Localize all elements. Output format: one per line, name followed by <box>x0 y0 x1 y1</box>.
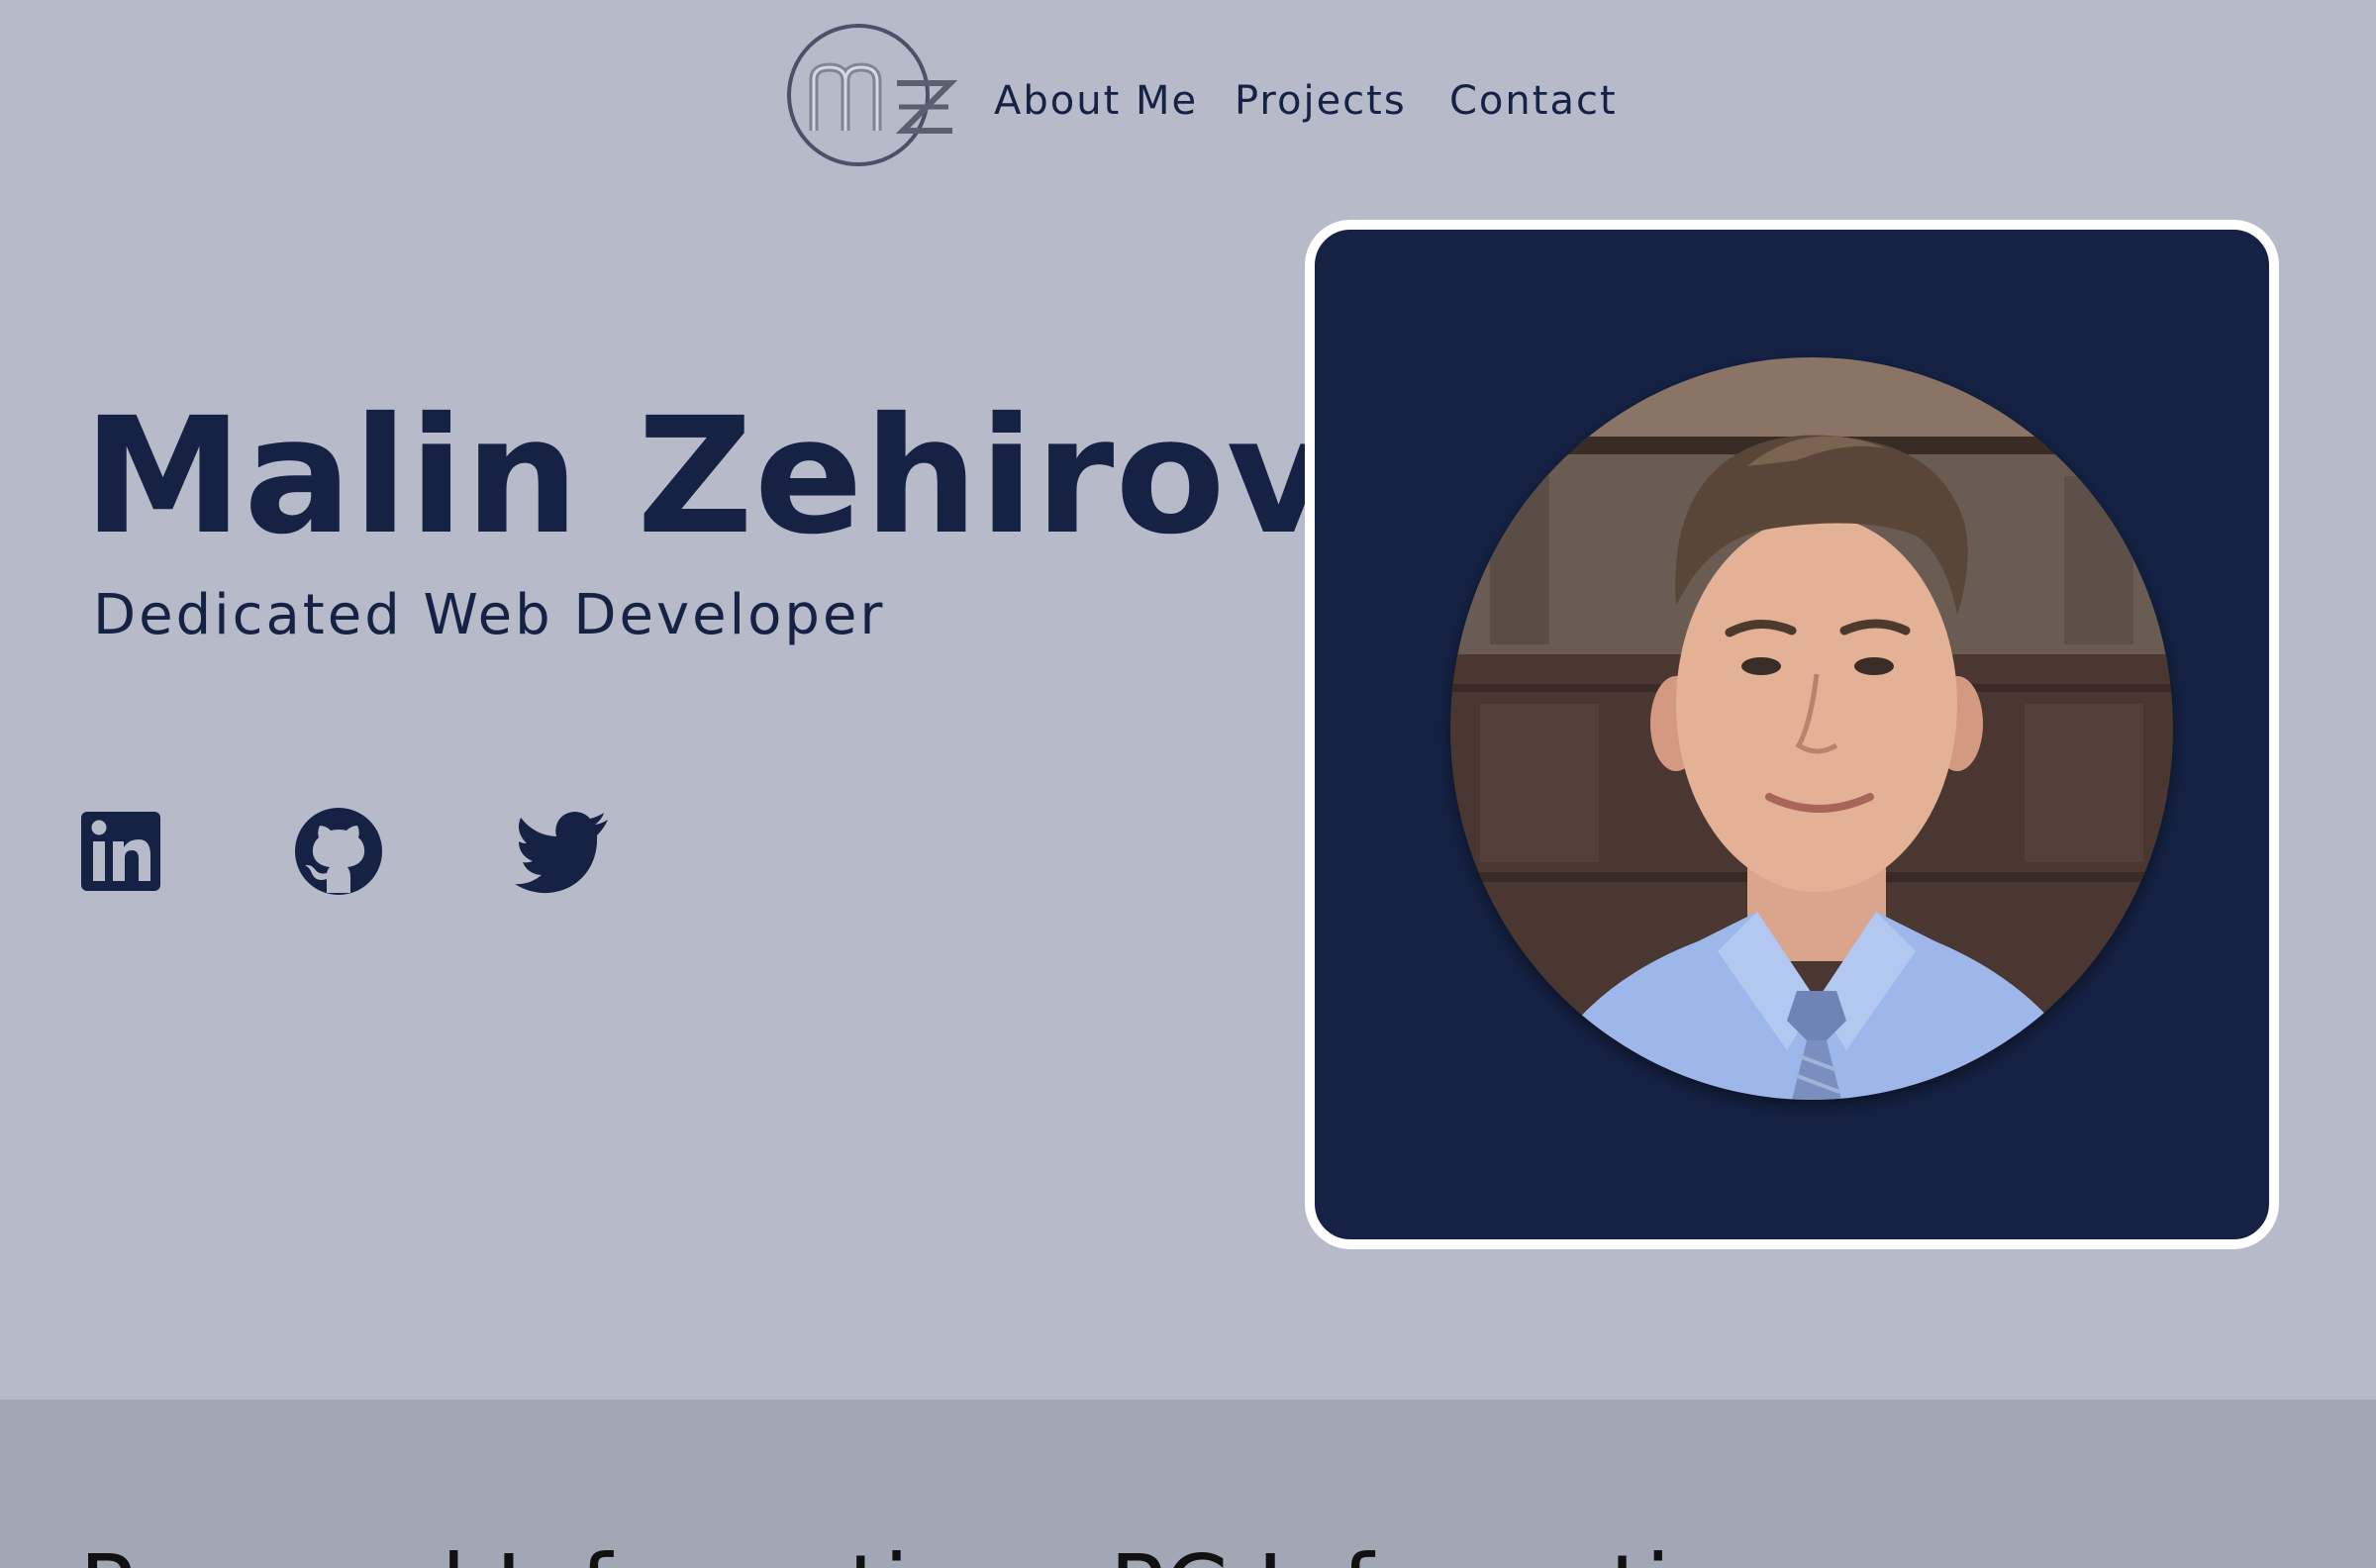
info-section-heading: Personal Information · PC Information <box>79 1534 1784 1568</box>
twitter-icon <box>515 812 608 894</box>
profile-photo <box>1450 357 2173 1100</box>
github-link[interactable] <box>291 802 386 901</box>
linkedin-link[interactable] <box>79 802 162 901</box>
hero-tagline: Dedicated Web Developer <box>93 583 886 647</box>
mz-logo-icon <box>787 24 958 166</box>
portrait-illustration <box>1450 357 2173 1100</box>
top-navigation: About Me Projects Contact <box>0 0 2376 198</box>
linkedin-icon <box>81 812 160 891</box>
nav-link-about-me[interactable]: About Me <box>994 71 1198 131</box>
hero-name: Malin Zehirov <box>83 384 1333 570</box>
profile-photo-card <box>1305 220 2279 1249</box>
github-icon <box>295 808 382 895</box>
twitter-link[interactable] <box>513 802 612 901</box>
nav-link-contact[interactable]: Contact <box>1449 71 1618 131</box>
nav-link-projects[interactable]: Projects <box>1235 71 1407 131</box>
info-section: Personal Information · PC Information <box>0 1400 2376 1568</box>
mz-logo[interactable] <box>762 20 960 178</box>
